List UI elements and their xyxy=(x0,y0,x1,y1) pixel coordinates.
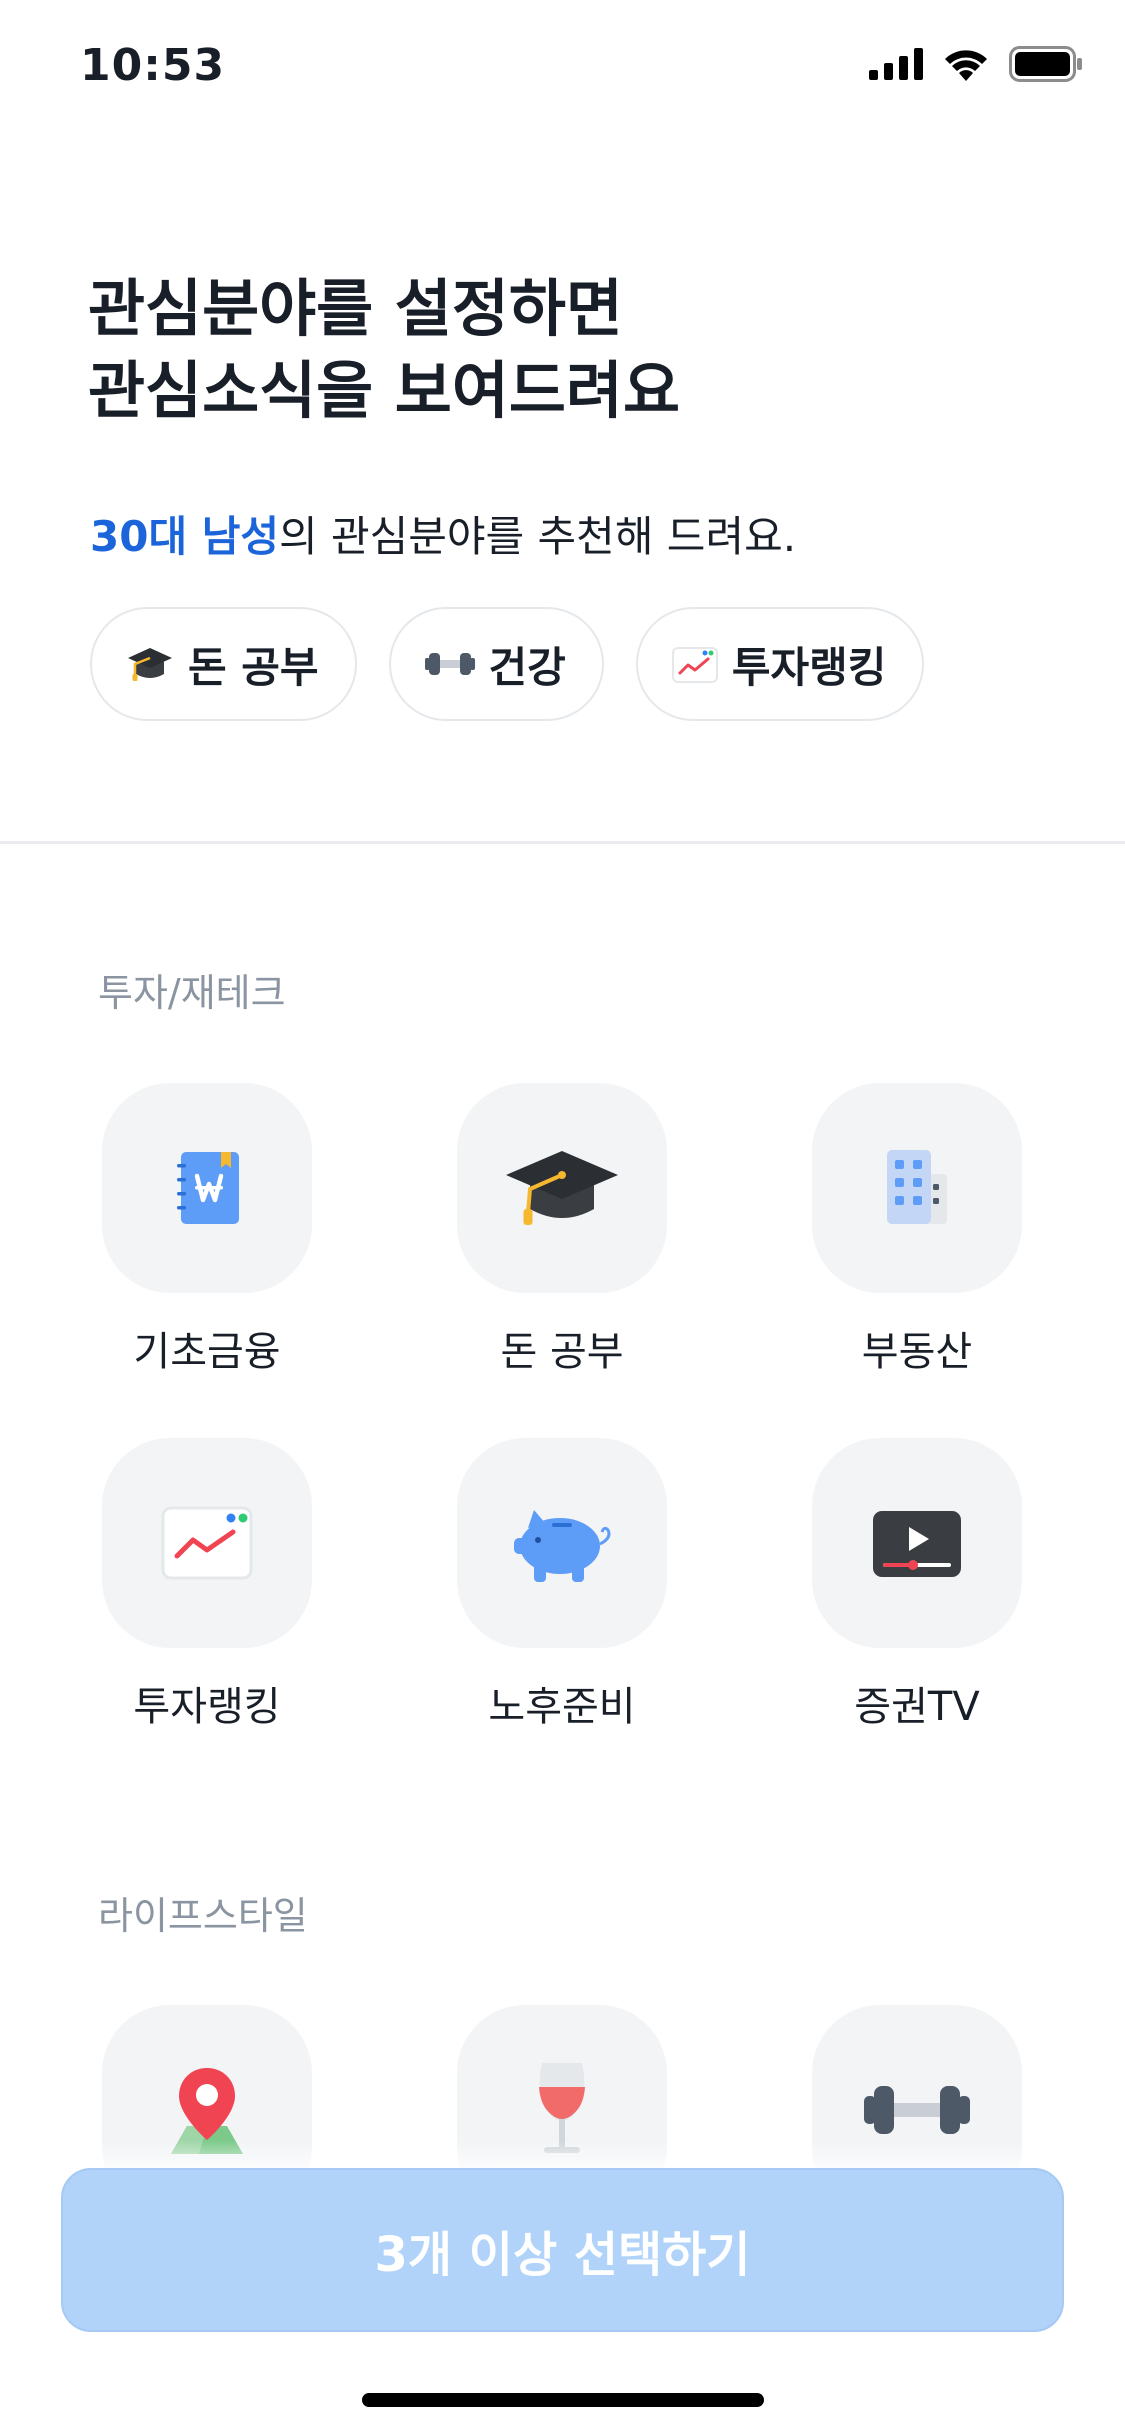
interest-item-money-study[interactable]: 돈 공부 xyxy=(457,1083,667,1377)
video-player-icon xyxy=(873,1511,961,1577)
piggy-bank-icon xyxy=(514,1510,611,1582)
dumbbell-icon xyxy=(424,653,475,675)
building-icon xyxy=(887,1150,947,1224)
graduation-cap-icon xyxy=(128,648,172,681)
interest-tile xyxy=(812,1083,1022,1293)
page-title-line-1: 관심분야를 설정하면 xyxy=(88,272,623,345)
interest-tile xyxy=(102,1083,312,1293)
interest-item-retirement[interactable]: 노후준비 xyxy=(457,1438,667,1732)
interest-label: 기초금융 xyxy=(133,1329,281,1375)
cta-label: 3개 이상 선택하기 xyxy=(374,2227,751,2283)
interest-tile xyxy=(457,1083,667,1293)
chart-icon xyxy=(671,647,718,683)
chip-label: 투자랭킹 xyxy=(731,642,887,692)
page-title: 관심분야를 설정하면 관심소식을 보여드려요 xyxy=(88,268,680,432)
interest-item-basic-finance[interactable]: 기초금융 xyxy=(102,1083,312,1377)
interest-tile xyxy=(457,1438,667,1648)
recommended-chips: 돈 공부 건강 투자랭킹 xyxy=(90,607,925,721)
section-title-lifestyle: 라이프스타일 xyxy=(98,1894,308,1938)
interest-tile xyxy=(812,1438,1022,1648)
section-title-investment: 투자/재테크 xyxy=(98,971,286,1015)
chip-label: 건강 xyxy=(488,642,566,692)
dumbbell-icon xyxy=(864,2086,970,2134)
interest-label: 증권TV xyxy=(854,1684,980,1730)
interest-tile xyxy=(102,1438,312,1648)
interest-item-investment-ranking[interactable]: 투자랭킹 xyxy=(102,1438,312,1732)
chart-icon xyxy=(161,1506,253,1580)
home-indicator xyxy=(362,2393,764,2407)
signal-icon xyxy=(869,48,923,80)
status-time: 10:53 xyxy=(80,40,226,91)
select-three-or-more-button[interactable]: 3개 이상 선택하기 xyxy=(61,2168,1064,2332)
chip-label: 돈 공부 xyxy=(188,642,319,692)
won-notebook-icon xyxy=(177,1152,239,1224)
interest-item-real-estate[interactable]: 부동산 xyxy=(812,1083,1022,1377)
recommendation-highlight: 30대 남성 xyxy=(90,512,279,561)
battery-icon xyxy=(1009,46,1082,82)
interest-item-stock-tv[interactable]: 증권TV xyxy=(812,1438,1022,1732)
section-divider xyxy=(0,841,1125,844)
interest-label: 돈 공부 xyxy=(500,1329,624,1375)
graduation-cap-icon xyxy=(506,1151,618,1225)
interest-label: 부동산 xyxy=(861,1329,973,1375)
interest-label: 노후준비 xyxy=(488,1684,636,1730)
chip-investment-ranking[interactable]: 투자랭킹 xyxy=(635,607,925,721)
chip-health[interactable]: 건강 xyxy=(388,607,604,721)
status-icons xyxy=(869,46,1083,82)
wifi-icon xyxy=(945,50,987,81)
page-title-line-2: 관심소식을 보여드려요 xyxy=(88,354,680,427)
recommendation-rest: 의 관심분야를 추천해 드려요. xyxy=(279,512,797,561)
interest-label: 투자랭킹 xyxy=(133,1684,281,1730)
chip-money-study[interactable]: 돈 공부 xyxy=(90,607,357,721)
recommendation-text: 30대 남성의 관심분야를 추천해 드려요. xyxy=(90,503,796,564)
status-bar: 10:53 xyxy=(0,0,1125,140)
